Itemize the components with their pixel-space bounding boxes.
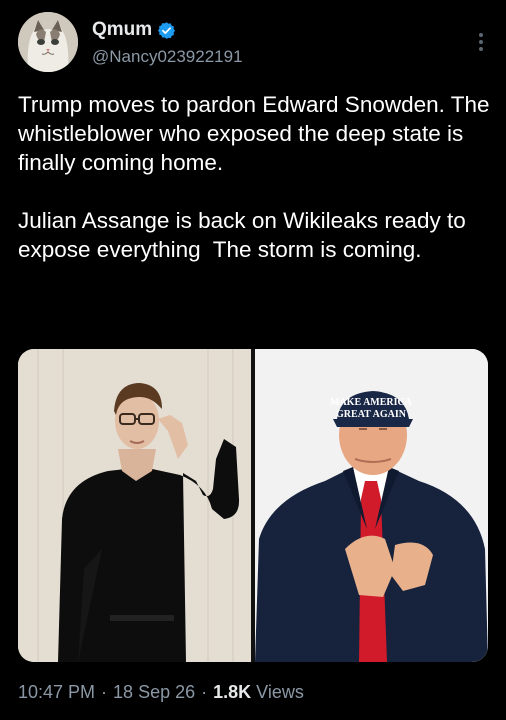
hat-line-1: MAKE AMERICA [330, 397, 413, 408]
author-name-row[interactable]: Qmum [92, 19, 176, 41]
photo-trump[interactable]: MAKE AMERICA GREAT AGAIN [255, 349, 488, 662]
snowden-illustration [18, 349, 251, 662]
trump-illustration: MAKE AMERICA GREAT AGAIN [255, 349, 488, 662]
meta-separator: · [101, 682, 108, 702]
tweet-media[interactable]: MAKE AMERICA GREAT AGAIN [18, 349, 488, 662]
more-options-icon[interactable] [478, 33, 484, 55]
meta-separator: · [201, 682, 208, 702]
cat-avatar-image [18, 12, 78, 72]
tweet-time[interactable]: 10:47 PM [18, 682, 95, 703]
tweet-date[interactable]: 18 Sep 26 [113, 682, 195, 703]
author-handle[interactable]: @Nancy023922191 [92, 47, 243, 67]
avatar[interactable] [18, 12, 78, 72]
views-count: 1.8K [213, 682, 252, 702]
display-name[interactable]: Qmum [92, 19, 152, 41]
tweet-meta: 10:47 PM · 18 Sep 26 · 1.8K Views [18, 682, 304, 703]
views-label: Views [256, 682, 304, 702]
hat-line-2: GREAT AGAIN [336, 409, 407, 420]
verified-badge-icon [157, 21, 176, 40]
tweet-text: Trump moves to pardon Edward Snowden. Th… [18, 92, 490, 262]
photo-snowden[interactable] [18, 349, 251, 662]
